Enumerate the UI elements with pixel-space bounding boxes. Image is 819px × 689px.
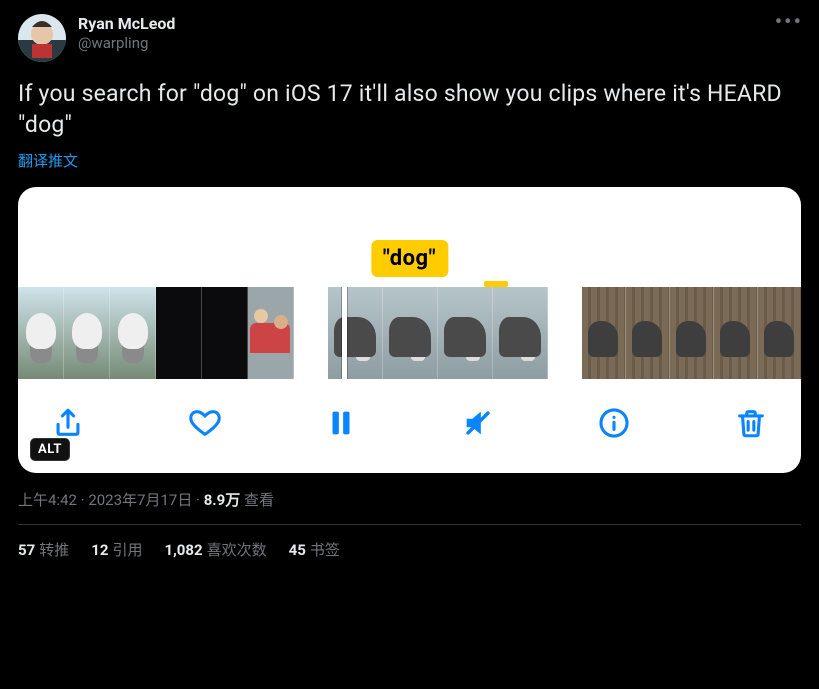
clip-frame xyxy=(714,287,758,379)
retweets-stat[interactable]: 57转推 xyxy=(18,539,69,560)
bookmarks-stat[interactable]: 45书签 xyxy=(289,539,340,560)
display-name[interactable]: Ryan McLeod xyxy=(78,14,175,34)
clip-frame xyxy=(328,287,383,379)
media-toolbar xyxy=(18,379,801,473)
clip-frame xyxy=(493,287,548,379)
clip-frame xyxy=(582,287,626,379)
views-count: 8.9万 xyxy=(204,491,241,509)
video-filmstrip[interactable] xyxy=(18,287,801,379)
info-icon[interactable] xyxy=(594,403,634,443)
divider xyxy=(18,524,801,525)
quotes-stat[interactable]: 12引用 xyxy=(91,539,142,560)
mute-icon[interactable] xyxy=(458,403,498,443)
clip-frame xyxy=(626,287,670,379)
clip-frame xyxy=(383,287,438,379)
engagement-stats: 57转推 12引用 1,082喜欢次数 45书签 xyxy=(18,539,801,560)
clip-frame xyxy=(202,287,248,379)
tweet-date[interactable]: 2023年7月17日 xyxy=(88,491,192,509)
views-label: 查看 xyxy=(240,491,274,509)
user-handle[interactable]: @warpling xyxy=(78,34,175,53)
pause-icon[interactable] xyxy=(321,403,361,443)
avatar[interactable] xyxy=(18,14,66,62)
tweet-metadata: 上午4:42 · 2023年7月17日 · 8.9万 查看 xyxy=(18,489,801,510)
heart-icon[interactable] xyxy=(185,403,225,443)
clip-frame xyxy=(670,287,714,379)
clip-frame xyxy=(18,287,64,379)
trash-icon[interactable] xyxy=(731,403,771,443)
clip-cluster[interactable] xyxy=(18,287,294,379)
alt-text-badge[interactable]: ALT xyxy=(30,438,70,461)
clip-cluster[interactable] xyxy=(582,287,801,379)
media-attachment[interactable]: "dog" xyxy=(18,187,801,473)
media-header-area: "dog" xyxy=(18,187,801,287)
clip-frame xyxy=(110,287,156,379)
clip-cluster[interactable] xyxy=(328,287,548,379)
clip-frame xyxy=(758,287,801,379)
translate-link[interactable]: 翻译推文 xyxy=(18,150,78,171)
tweet-text: If you search for "dog" on iOS 17 it'll … xyxy=(18,78,801,140)
search-term-badge: "dog" xyxy=(371,240,448,277)
clip-frame xyxy=(438,287,493,379)
clip-frame xyxy=(156,287,202,379)
playhead-indicator[interactable] xyxy=(342,287,347,379)
clip-frame xyxy=(248,287,294,379)
tweet-header: Ryan McLeod @warpling xyxy=(18,14,801,62)
more-options-button[interactable]: ••• xyxy=(775,10,803,35)
share-icon[interactable] xyxy=(48,403,88,443)
likes-stat[interactable]: 1,082喜欢次数 xyxy=(164,539,266,560)
tweet-container: ••• Ryan McLeod @warpling If you search … xyxy=(0,0,819,689)
tweet-time[interactable]: 上午4:42 xyxy=(18,491,77,509)
clip-frame xyxy=(64,287,110,379)
